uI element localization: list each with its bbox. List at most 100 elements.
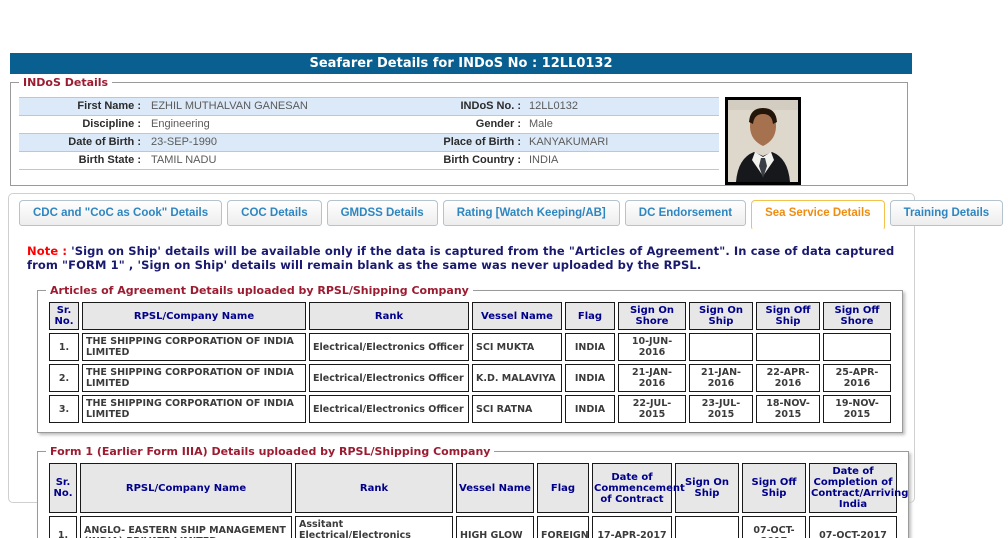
date-of-birth-value: 23-SEP-1990 (141, 134, 403, 151)
col-date-completion: Date of Completion of Contract/Arriving … (809, 463, 897, 513)
cell-sign-on-shore: 10-JUN-2016 (618, 333, 686, 361)
cell-sign-off-shore: 25-APR-2016 (823, 364, 891, 392)
table-row: 1. THE SHIPPING CORPORATION OF INDIA LIM… (49, 333, 891, 361)
discipline-label: Discipline : (19, 116, 141, 133)
cell-vessel: K.D. MALAVIYA (472, 364, 562, 392)
place-of-birth-value: KANYAKUMARI (521, 134, 719, 151)
cell-company: ANGLO- EASTERN SHIP MANAGEMENT (INDIA) P… (80, 516, 292, 538)
cell-sr: 3. (49, 395, 79, 423)
indos-no-label: INDoS No. : (403, 98, 521, 115)
table-row: 2. THE SHIPPING CORPORATION OF INDIA LIM… (49, 364, 891, 392)
col-sign-on-ship: Sign On Ship (689, 302, 753, 330)
gender-value: Male (521, 116, 719, 133)
place-of-birth-label: Place of Birth : (403, 134, 521, 151)
cell-date-commencement: 17-APR-2017 (592, 516, 672, 538)
cell-sign-off-ship: 07-OCT-2017 (742, 516, 806, 538)
tab-cdc-coc-as-cook-details[interactable]: CDC and "CoC as Cook" Details (19, 200, 222, 226)
date-of-birth-label: Date of Birth : (19, 134, 141, 151)
col-company: RPSL/Company Name (80, 463, 292, 513)
indos-details-legend: INDoS Details (19, 76, 112, 89)
cell-flag: INDIA (565, 333, 615, 361)
cell-sign-on-ship: 23-JUL-2015 (689, 395, 753, 423)
col-rank: Rank (309, 302, 469, 330)
discipline-value: Engineering (141, 116, 403, 133)
cell-sr: 1. (49, 516, 77, 538)
tab-rating-watch-keeping-ab[interactable]: Rating [Watch Keeping/AB] (443, 200, 620, 226)
col-sign-off-shore: Sign Off Shore (823, 302, 891, 330)
tab-dc-endorsement[interactable]: DC Endorsement (625, 200, 746, 226)
detail-row-birth-state: Birth State : TAMIL NADU Birth Country :… (19, 152, 719, 170)
birth-state-value: TAMIL NADU (141, 152, 403, 169)
cell-company: THE SHIPPING CORPORATION OF INDIA LIMITE… (82, 364, 306, 392)
cell-sr: 1. (49, 333, 79, 361)
tab-strip: CDC and "CoC as Cook" Details COC Detail… (19, 200, 904, 230)
cell-vessel: HIGH GLOW (456, 516, 534, 538)
col-rank: Rank (295, 463, 453, 513)
agreement-section-legend: Articles of Agreement Details uploaded b… (46, 284, 473, 297)
form1-header-row: Sr. No. RPSL/Company Name Rank Vessel Na… (49, 463, 897, 513)
page-title: Seafarer Details for INDoS No : 12LL0132 (10, 53, 912, 74)
seafarer-photo (725, 97, 801, 185)
birth-state-label: Birth State : (19, 152, 141, 169)
col-sr-no: Sr. No. (49, 302, 79, 330)
tab-panel: CDC and "CoC as Cook" Details COC Detail… (8, 193, 915, 503)
first-name-label: First Name : (19, 98, 141, 115)
table-row: 1. ANGLO- EASTERN SHIP MANAGEMENT (INDIA… (49, 516, 897, 538)
note-text: 'Sign on Ship' details will be available… (27, 244, 894, 272)
agreement-header-row: Sr. No. RPSL/Company Name Rank Vessel Na… (49, 302, 891, 330)
col-flag: Flag (537, 463, 589, 513)
cell-date-completion: 07-OCT-2017 (809, 516, 897, 538)
form1-section: Form 1 (Earlier Form IIIA) Details uploa… (37, 445, 909, 538)
cell-sign-off-ship: 18-NOV-2015 (756, 395, 820, 423)
cell-flag: FOREIGN (537, 516, 589, 538)
portrait-image (728, 100, 798, 182)
col-vessel: Vessel Name (472, 302, 562, 330)
gender-label: Gender : (403, 116, 521, 133)
col-date-commencement: Date of Commencement of Contract (592, 463, 672, 513)
cell-sign-on-shore: 21-JAN-2016 (618, 364, 686, 392)
col-sign-on-shore: Sign On Shore (618, 302, 686, 330)
table-row: 3. THE SHIPPING CORPORATION OF INDIA LIM… (49, 395, 891, 423)
indos-details-section: INDoS Details First Name : EZHIL MUTHALV… (10, 76, 908, 186)
cell-flag: INDIA (565, 364, 615, 392)
cell-sign-on-shore: 22-JUL-2015 (618, 395, 686, 423)
detail-row-discipline: Discipline : Engineering Gender : Male (19, 116, 719, 134)
cell-sign-off-shore (823, 333, 891, 361)
form1-table: Sr. No. RPSL/Company Name Rank Vessel Na… (46, 460, 900, 538)
tab-training-details[interactable]: Training Details (890, 200, 1004, 226)
first-name-value: EZHIL MUTHALVAN GANESAN (141, 98, 403, 115)
cell-rank: Electrical/Electronics Officer (309, 395, 469, 423)
cell-sr: 2. (49, 364, 79, 392)
indos-no-value: 12LL0132 (521, 98, 719, 115)
detail-row-name: First Name : EZHIL MUTHALVAN GANESAN IND… (19, 98, 719, 116)
col-sign-off-ship: Sign Off Ship (742, 463, 806, 513)
detail-rows: First Name : EZHIL MUTHALVAN GANESAN IND… (19, 97, 719, 170)
cell-sign-off-ship: 22-APR-2016 (756, 364, 820, 392)
cell-sign-off-ship (756, 333, 820, 361)
cell-vessel: SCI RATNA (472, 395, 562, 423)
note: Note : 'Sign on Ship' details will be av… (27, 244, 896, 272)
birth-country-value: INDIA (521, 152, 719, 169)
note-prefix: Note : (27, 244, 67, 258)
tab-coc-details[interactable]: COC Details (227, 200, 321, 226)
col-company: RPSL/Company Name (82, 302, 306, 330)
cell-flag: INDIA (565, 395, 615, 423)
tab-sea-service-details[interactable]: Sea Service Details (751, 200, 885, 230)
col-sign-off-ship: Sign Off Ship (756, 302, 820, 330)
cell-sign-off-shore: 19-NOV-2015 (823, 395, 891, 423)
col-sr-no: Sr. No. (49, 463, 77, 513)
cell-company: THE SHIPPING CORPORATION OF INDIA LIMITE… (82, 333, 306, 361)
agreement-section: Articles of Agreement Details uploaded b… (37, 284, 903, 433)
cell-vessel: SCI MUKTA (472, 333, 562, 361)
cell-rank: Electrical/Electronics Officer (309, 333, 469, 361)
birth-country-label: Birth Country : (403, 152, 521, 169)
tab-gmdss-details[interactable]: GMDSS Details (327, 200, 438, 226)
agreement-table: Sr. No. RPSL/Company Name Rank Vessel Na… (46, 299, 894, 426)
cell-rank: Assitant Electrical/Electronics Officer (295, 516, 453, 538)
cell-sign-on-ship (689, 333, 753, 361)
cell-rank: Electrical/Electronics Officer (309, 364, 469, 392)
cell-company: THE SHIPPING CORPORATION OF INDIA LIMITE… (82, 395, 306, 423)
detail-row-birth-date: Date of Birth : 23-SEP-1990 Place of Bir… (19, 134, 719, 152)
form1-section-legend: Form 1 (Earlier Form IIIA) Details uploa… (46, 445, 494, 458)
col-vessel: Vessel Name (456, 463, 534, 513)
